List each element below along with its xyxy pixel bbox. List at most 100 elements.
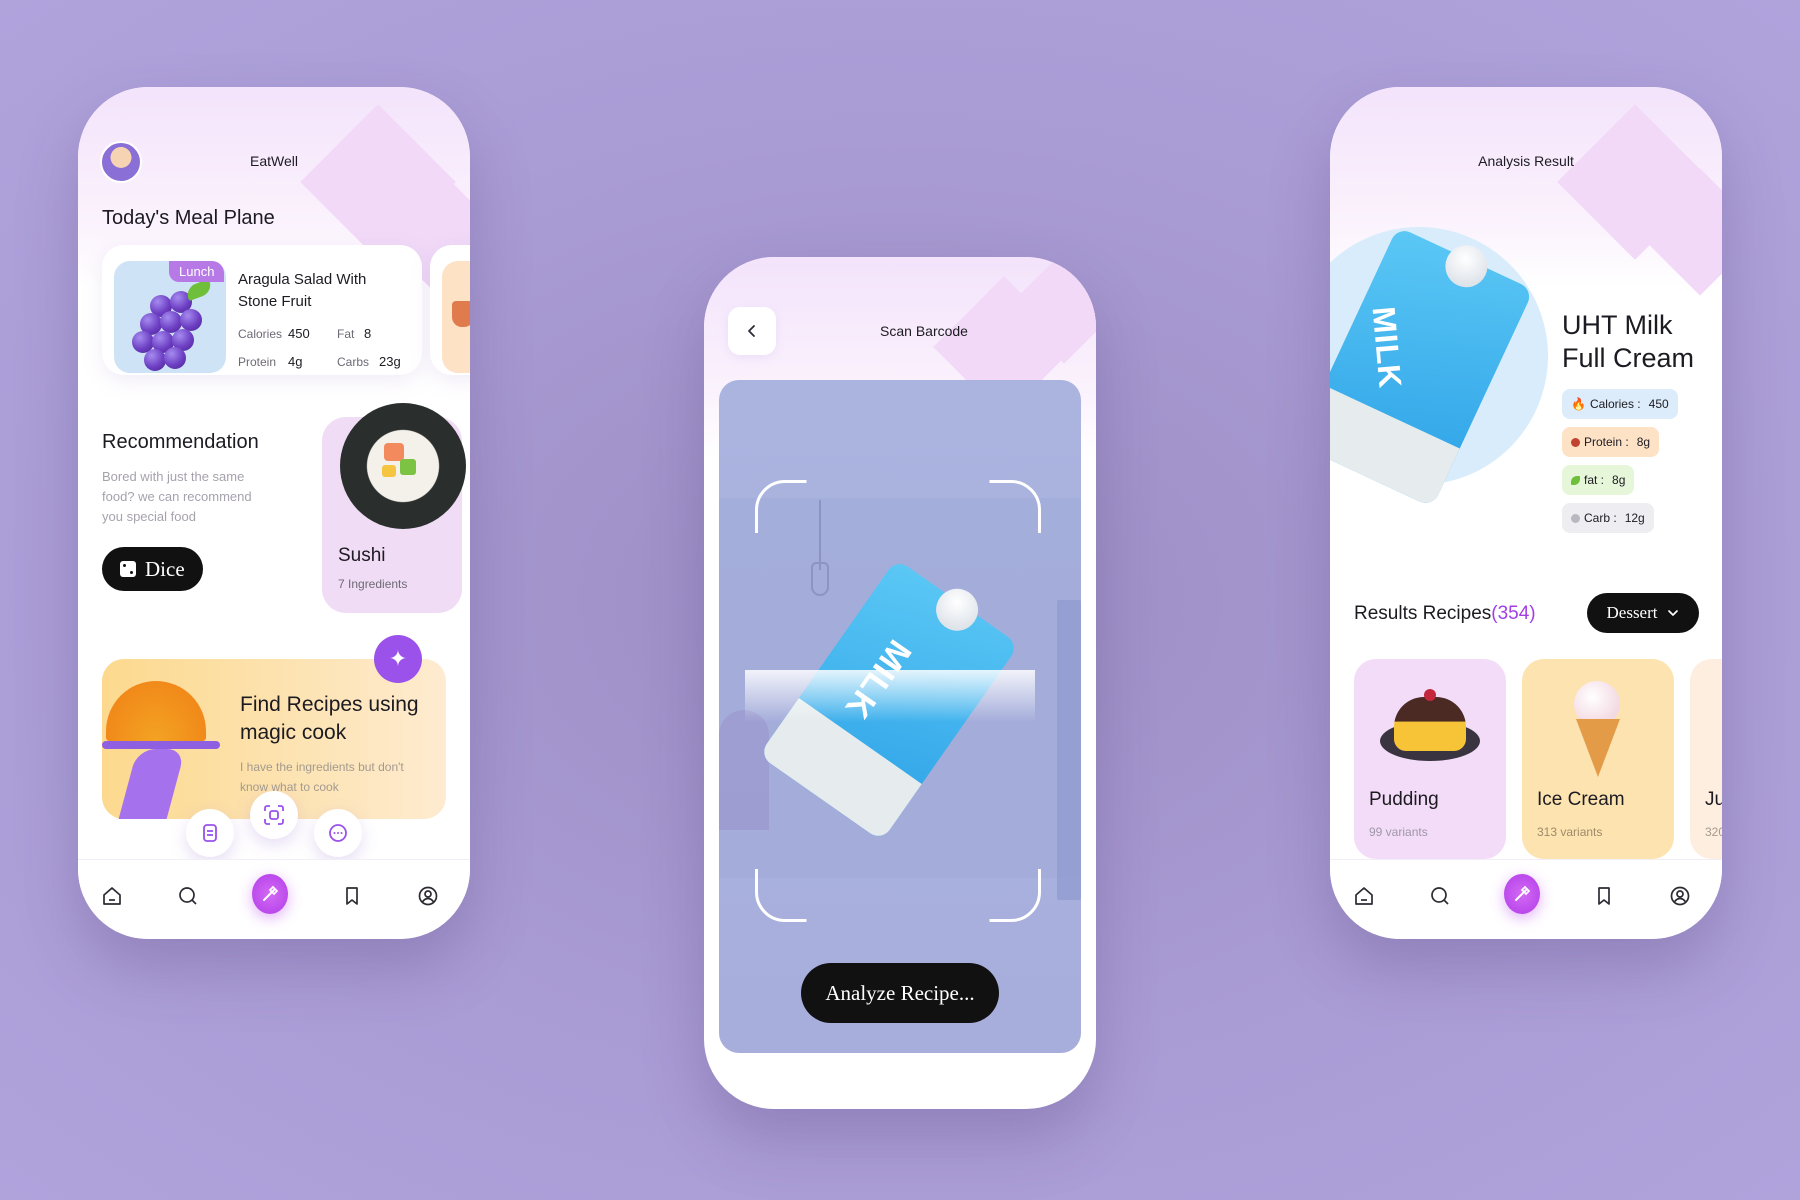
analysis-title: Analysis Result xyxy=(1478,153,1574,169)
back-button[interactable] xyxy=(728,307,776,355)
carbs-label: Carbs xyxy=(337,355,370,369)
bookmark-icon xyxy=(1598,887,1610,905)
nav-profile[interactable] xyxy=(410,878,446,914)
nav-home[interactable] xyxy=(94,878,130,914)
camera-viewfinder: MILK xyxy=(719,380,1081,1053)
sushi-name: Sushi xyxy=(338,545,386,566)
meal-name-line: Stone Fruit xyxy=(238,293,312,310)
chip-value: 12g xyxy=(1624,511,1645,525)
bookmark-icon xyxy=(346,887,358,905)
cherry-icon xyxy=(1424,689,1436,701)
meat-icon xyxy=(1571,437,1580,447)
chip-label: Calories : xyxy=(1589,397,1641,411)
nutrient-chip-fat: fat : 8g xyxy=(1562,465,1635,495)
meal-name: Aragula Salad With Stone Fruit xyxy=(238,269,366,313)
search-icon xyxy=(1431,887,1449,905)
hand-icon xyxy=(118,749,186,819)
nav-search[interactable] xyxy=(170,878,206,914)
sparkle-button[interactable]: ✦ xyxy=(374,635,422,683)
shelf xyxy=(1057,600,1081,900)
recipe-variants: 313 variants xyxy=(1537,825,1603,839)
filter-label: Dessert xyxy=(1606,603,1658,622)
recommendation-title: Recommendation xyxy=(102,431,259,453)
recipe-variants: 99 variants xyxy=(1369,825,1428,839)
ice-cream-cone-icon xyxy=(1576,719,1620,777)
home-icon xyxy=(103,887,121,905)
leaf-icon xyxy=(184,278,214,302)
recipe-name: Ice Cream xyxy=(1537,789,1625,810)
phone-home-screen: EatWell Today's Meal Plane Lunch Aragula… xyxy=(78,87,470,939)
chip-value: 8g xyxy=(1612,473,1626,487)
recipe-card-pudding[interactable]: Pudding 99 variants xyxy=(1354,659,1506,859)
nutrient-chip-calories: 🔥 Calories : 450 xyxy=(1562,389,1678,419)
phone-analysis-screen: Analysis Result MILK UHT Milk Full Cream… xyxy=(1330,87,1722,939)
calories-label: Calories xyxy=(238,327,283,341)
fat-label: Fat xyxy=(337,327,355,341)
nav-bookmark[interactable] xyxy=(334,878,370,914)
recipe-card-ice-cream[interactable]: Ice Cream 313 variants xyxy=(1522,659,1674,859)
chat-button[interactable] xyxy=(314,809,362,857)
scan-button[interactable] xyxy=(250,791,298,839)
dice-label: Dice xyxy=(145,556,185,581)
analyze-button[interactable]: Analyze Recipe... xyxy=(801,963,999,1023)
chip-value: 450 xyxy=(1648,397,1669,411)
desc-line: Bored with just the same xyxy=(102,469,245,484)
note-icon xyxy=(203,824,217,842)
fat-value: 8 xyxy=(364,326,372,341)
recipe-variants: 320 xyxy=(1705,825,1722,839)
search-icon xyxy=(179,887,197,905)
magic-title-line: magic cook xyxy=(240,721,347,744)
profile-icon xyxy=(1670,886,1690,906)
wand-icon xyxy=(263,885,279,901)
calories-value: 450 xyxy=(288,326,310,341)
nav-home[interactable] xyxy=(1346,878,1382,914)
nav-search[interactable] xyxy=(1422,878,1458,914)
meal-card-next[interactable] xyxy=(430,245,470,375)
nutrient-chip-protein: Protein : 8g xyxy=(1562,427,1660,457)
tray-icon xyxy=(102,741,220,749)
nav-active-bg xyxy=(252,874,288,914)
fire-icon: 🔥 xyxy=(1571,397,1586,411)
recipe-name: Pudding xyxy=(1369,789,1439,810)
nav-magic[interactable] xyxy=(252,874,288,914)
magic-title: Find Recipes using magic cook xyxy=(240,691,419,747)
cupcake-icon xyxy=(452,301,470,327)
sparkle-icon: ✦ xyxy=(388,646,408,671)
scan-title: Scan Barcode xyxy=(880,323,968,339)
recommendation-desc: Bored with just the same food? we can re… xyxy=(102,467,252,527)
phone-scan-screen: Scan Barcode MILK Analyze Recipe... xyxy=(704,257,1096,1109)
bottom-nav xyxy=(1330,859,1722,939)
lunch-badge: Lunch xyxy=(169,261,225,282)
results-heading: Results Recipes(354) xyxy=(1354,603,1536,625)
dice-button[interactable]: Dice xyxy=(102,547,203,591)
magic-desc-line: I have the ingredients but don't xyxy=(240,760,404,774)
nav-profile[interactable] xyxy=(1662,878,1698,914)
sushi-card[interactable]: Sushi 7 Ingredients xyxy=(322,403,466,613)
dessert-filter-dropdown[interactable]: Dessert xyxy=(1587,593,1699,633)
app-title: EatWell xyxy=(250,153,298,169)
product-name-line: UHT Milk xyxy=(1562,310,1673,340)
protein-label: Protein xyxy=(238,355,277,369)
carbs-value: 23g xyxy=(379,354,401,369)
desc-line: you special food xyxy=(102,509,196,524)
results-label: Results Recipes xyxy=(1354,603,1492,624)
nav-bookmark[interactable] xyxy=(1586,878,1622,914)
home-icon xyxy=(1355,887,1373,905)
protein-value: 4g xyxy=(288,354,303,369)
cloche-icon xyxy=(106,681,206,741)
meal-name-line: Aragula Salad With xyxy=(238,271,367,288)
recipe-card-juice[interactable]: Ju 320 xyxy=(1690,659,1722,859)
chat-icon xyxy=(329,824,347,842)
chip-label: Carb : xyxy=(1584,511,1617,525)
notes-button[interactable] xyxy=(186,809,234,857)
results-count: (354) xyxy=(1491,603,1536,624)
carton-label: MILK xyxy=(1365,305,1409,391)
sushi-ingredients: 7 Ingredients xyxy=(338,577,408,591)
pudding-icon xyxy=(1394,697,1466,751)
chip-value: 8g xyxy=(1636,435,1651,449)
chevron-down-icon xyxy=(1668,610,1679,616)
sushi-image xyxy=(340,403,466,529)
meal-card[interactable]: Lunch Aragula Salad With Stone Fruit Cal… xyxy=(102,245,422,375)
grain-icon xyxy=(1571,513,1580,523)
nav-magic[interactable] xyxy=(1504,874,1540,914)
